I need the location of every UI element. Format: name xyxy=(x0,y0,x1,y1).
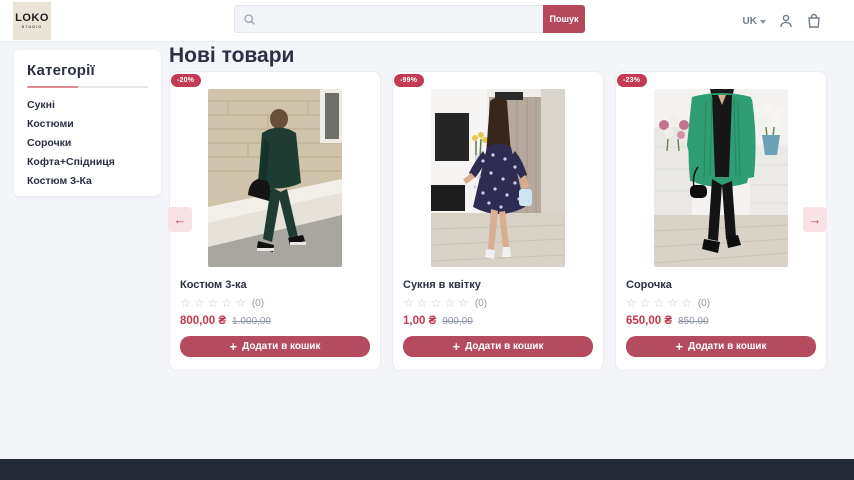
add-to-cart-label: Додати в кошик xyxy=(465,341,543,352)
sidebar-item-top-skirt[interactable]: Кофта+Спідниця xyxy=(27,157,148,168)
chevron-down-icon xyxy=(760,20,766,24)
star-icon: ☆ xyxy=(681,297,692,309)
logo-title: LOKO xyxy=(15,13,49,24)
storefront-page: LOKO STUDIO Пошук UK xyxy=(0,0,854,480)
star-icon: ☆ xyxy=(417,297,428,309)
language-selector[interactable]: UK xyxy=(743,16,766,27)
star-icon: ☆ xyxy=(667,297,678,309)
categories-divider xyxy=(27,86,148,88)
plus-icon: + xyxy=(230,340,238,353)
star-icon: ☆ xyxy=(180,297,191,309)
carousel-prev-button[interactable]: ← xyxy=(168,207,192,232)
product-title[interactable]: Сорочка xyxy=(626,279,816,291)
product-image-shirt[interactable] xyxy=(654,89,788,267)
search-button[interactable]: Пошук xyxy=(543,5,585,33)
rating: ☆ ☆ ☆ ☆ ☆ (0) xyxy=(180,297,370,309)
product-card: -99% xyxy=(392,71,604,371)
product-title[interactable]: Сукня в квітку xyxy=(403,279,593,291)
page-title: Нові товари xyxy=(169,44,294,68)
language-label: UK xyxy=(743,16,757,27)
cart-icon[interactable] xyxy=(806,13,822,29)
old-price: 850,00 xyxy=(678,316,709,327)
price-row: 800,00 ₴ 1.000,00 xyxy=(180,315,370,327)
discount-badge: -23% xyxy=(617,74,647,87)
arrow-left-icon: ← xyxy=(174,212,187,227)
search-bar: Пошук xyxy=(234,5,585,33)
sidebar-item-suit-3pc[interactable]: Костюм 3-Ка xyxy=(27,176,148,187)
rating: ☆ ☆ ☆ ☆ ☆ (0) xyxy=(403,297,593,309)
product-carousel: -20% xyxy=(169,71,827,371)
sidebar-item-suits[interactable]: Костюми xyxy=(27,119,148,130)
star-icon: ☆ xyxy=(194,297,205,309)
product-card: -20% xyxy=(169,71,381,371)
star-icon: ☆ xyxy=(458,297,469,309)
product-info: Сорочка ☆ ☆ ☆ ☆ ☆ (0) 650,00 ₴ 850,00 + … xyxy=(616,279,826,357)
star-icon: ☆ xyxy=(221,297,232,309)
old-price: 1.000,00 xyxy=(232,316,271,327)
product-info: Сукня в квітку ☆ ☆ ☆ ☆ ☆ (0) 1,00 ₴ 900,… xyxy=(393,279,603,357)
discount-badge: -20% xyxy=(171,74,201,87)
search-input[interactable] xyxy=(235,6,543,32)
account-icon[interactable] xyxy=(778,13,794,29)
star-icon: ☆ xyxy=(444,297,455,309)
current-price: 1,00 ₴ xyxy=(403,315,436,327)
price-row: 650,00 ₴ 850,00 xyxy=(626,315,816,327)
arrow-right-icon: → xyxy=(809,212,822,227)
product-title[interactable]: Костюм 3-ка xyxy=(180,279,370,291)
current-price: 800,00 ₴ xyxy=(180,315,226,327)
rating-count: (0) xyxy=(475,298,487,309)
old-price: 900,00 xyxy=(442,316,473,327)
add-to-cart-label: Додати в кошик xyxy=(688,341,766,352)
rating: ☆ ☆ ☆ ☆ ☆ (0) xyxy=(626,297,816,309)
plus-icon: + xyxy=(453,340,461,353)
product-info: Костюм 3-ка ☆ ☆ ☆ ☆ ☆ (0) 800,00 ₴ 1.000… xyxy=(170,279,380,357)
carousel-next-button[interactable]: → xyxy=(803,207,827,232)
add-to-cart-button[interactable]: + Додати в кошик xyxy=(180,336,370,357)
discount-badge: -99% xyxy=(394,74,424,87)
plus-icon: + xyxy=(676,340,684,353)
star-icon: ☆ xyxy=(208,297,219,309)
logo[interactable]: LOKO STUDIO xyxy=(13,2,51,40)
search-icon xyxy=(243,13,256,26)
product-card: -23% xyxy=(615,71,827,371)
header-controls: UK xyxy=(743,0,822,42)
logo-subtitle: STUDIO xyxy=(22,25,42,29)
rating-count: (0) xyxy=(698,298,710,309)
rating-count: (0) xyxy=(252,298,264,309)
star-icon: ☆ xyxy=(403,297,414,309)
add-to-cart-button[interactable]: + Додати в кошик xyxy=(403,336,593,357)
footer xyxy=(0,459,854,480)
current-price: 650,00 ₴ xyxy=(626,315,672,327)
header: LOKO STUDIO Пошук UK xyxy=(0,0,854,42)
price-row: 1,00 ₴ 900,00 xyxy=(403,315,593,327)
sidebar-item-shirts[interactable]: Сорочки xyxy=(27,138,148,149)
star-icon: ☆ xyxy=(431,297,442,309)
categories-list: Сукні Костюми Сорочки Кофта+Спідниця Кос… xyxy=(27,100,148,187)
star-icon: ☆ xyxy=(654,297,665,309)
categories-title: Категорії xyxy=(27,62,148,79)
star-icon: ☆ xyxy=(626,297,637,309)
star-icon: ☆ xyxy=(640,297,651,309)
search-input-box xyxy=(234,5,543,33)
add-to-cart-label: Додати в кошик xyxy=(242,341,320,352)
categories-panel: Категорії Сукні Костюми Сорочки Кофта+Сп… xyxy=(14,50,161,196)
star-icon: ☆ xyxy=(235,297,246,309)
add-to-cart-button[interactable]: + Додати в кошик xyxy=(626,336,816,357)
sidebar-item-dresses[interactable]: Сукні xyxy=(27,100,148,111)
product-image-dress[interactable] xyxy=(431,89,565,267)
product-image-suit[interactable] xyxy=(208,89,342,267)
